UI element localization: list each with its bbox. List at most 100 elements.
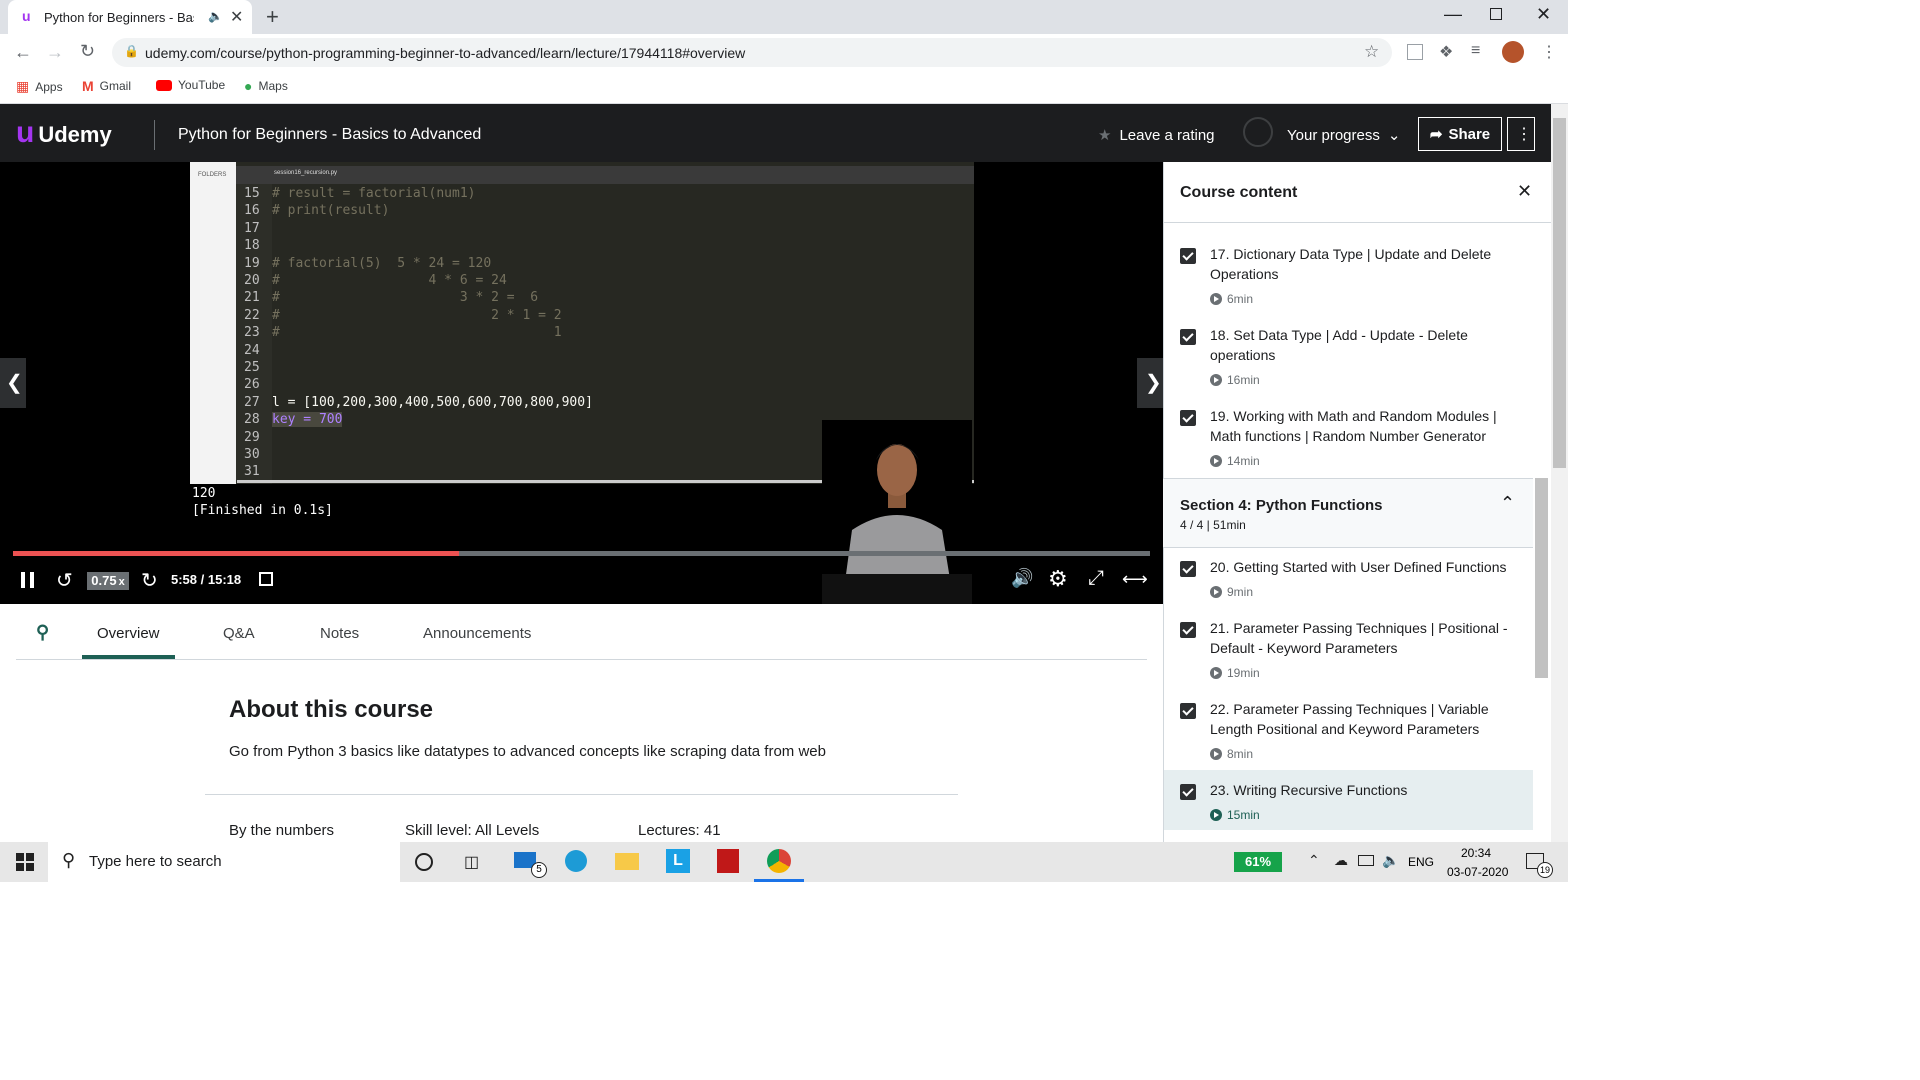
- tab-title: Python for Beginners - Basics: [44, 10, 194, 25]
- language-indicator[interactable]: ENG: [1408, 855, 1434, 869]
- clock-time[interactable]: 20:34: [1461, 846, 1491, 860]
- leave-rating-button[interactable]: ★ Leave a rating: [1098, 126, 1215, 144]
- udemy-favicon-icon: u: [22, 8, 31, 24]
- rewind-icon[interactable]: ↺: [56, 568, 73, 593]
- network-icon[interactable]: ☁: [1334, 852, 1348, 869]
- completed-checkbox[interactable]: [1180, 703, 1196, 719]
- code-line: 17: [244, 221, 272, 236]
- media-control-icon[interactable]: ≡: [1471, 42, 1480, 60]
- page-scrollbar-thumb[interactable]: [1553, 118, 1566, 468]
- video-progress-fill: [13, 551, 459, 556]
- code-text: # 3 * 2 = 6: [272, 290, 539, 306]
- section-title: Section 4: Python Functions: [1180, 497, 1383, 514]
- sidebar-scrollbar-thumb[interactable]: [1535, 478, 1548, 678]
- tab-qa[interactable]: Q&A: [223, 625, 255, 642]
- chrome-taskbar-icon[interactable]: [767, 849, 791, 873]
- volume-icon[interactable]: 🔊: [1011, 568, 1033, 589]
- course-title[interactable]: Python for Beginners - Basics to Advance…: [178, 126, 481, 144]
- minimize-button[interactable]: —: [1444, 4, 1462, 25]
- section-header[interactable]: Section 4: Python Functions 4 / 4 | 51mi…: [1163, 478, 1533, 548]
- tab-notes[interactable]: Notes: [320, 625, 359, 642]
- completed-checkbox[interactable]: [1180, 784, 1196, 800]
- close-window-button[interactable]: ✕: [1536, 4, 1551, 25]
- next-lecture-button[interactable]: ❯: [1137, 358, 1163, 408]
- speaker-icon[interactable]: 🔈: [208, 9, 223, 23]
- sidebar-title: Course content: [1180, 184, 1298, 201]
- bookmark-label: YouTube: [178, 78, 226, 92]
- cortana-icon[interactable]: [415, 853, 433, 871]
- mcafee-icon[interactable]: [717, 849, 739, 873]
- task-view-icon[interactable]: ◫: [464, 852, 479, 872]
- back-icon[interactable]: ←: [14, 42, 32, 63]
- volume-tray-icon[interactable]: 🔈: [1382, 852, 1399, 869]
- search-icon[interactable]: ⚲: [36, 622, 49, 643]
- section-divider: [205, 794, 958, 795]
- play-circle-icon: [1210, 667, 1222, 679]
- close-tab-icon[interactable]: ✕: [230, 7, 243, 27]
- battery-indicator[interactable]: 61%: [1234, 852, 1282, 872]
- forward-icon[interactable]: →: [46, 42, 64, 63]
- code-line: 28 key = 700: [244, 412, 343, 428]
- bookmark-apps[interactable]: ▦ Apps: [16, 78, 63, 95]
- clock-date[interactable]: 03-07-2020: [1447, 865, 1508, 879]
- playback-speed-button[interactable]: 0.75 x: [87, 572, 129, 590]
- bookmark-maps[interactable]: ● Maps: [244, 78, 288, 94]
- chrome-menu-icon[interactable]: ⋮: [1541, 42, 1557, 62]
- completed-checkbox[interactable]: [1180, 329, 1196, 345]
- share-button[interactable]: ➦ Share: [1418, 117, 1502, 151]
- new-tab-button[interactable]: +: [266, 4, 279, 30]
- chevron-up-icon[interactable]: ⌃: [1500, 493, 1515, 514]
- code-text: # 1: [272, 325, 562, 341]
- presenter-image: [822, 420, 972, 604]
- code-line: 22 # 2 * 1 = 2: [244, 308, 562, 323]
- completed-checkbox[interactable]: [1180, 622, 1196, 638]
- line-number: 22: [244, 307, 260, 323]
- taskbar-search[interactable]: ⚲ Type here to search: [48, 842, 400, 882]
- address-bar[interactable]: 🔒 udemy.com/course/python-programming-be…: [112, 38, 1392, 67]
- previous-lecture-button[interactable]: ❮: [0, 358, 26, 408]
- windows-start-icon[interactable]: [16, 853, 34, 871]
- bookmark-gmail[interactable]: M Gmail: [82, 78, 131, 94]
- battery-icon[interactable]: [1358, 855, 1374, 866]
- lock-icon: 🔒: [124, 44, 139, 58]
- edge-browser-icon[interactable]: [565, 850, 587, 872]
- star-icon[interactable]: ☆: [1364, 42, 1379, 62]
- about-heading: About this course: [229, 696, 434, 723]
- lecture-title: 21. Parameter Passing Techniques | Posit…: [1210, 620, 1508, 656]
- extension-icon[interactable]: [1407, 44, 1423, 60]
- puzzle-icon[interactable]: ❖: [1439, 42, 1453, 62]
- your-progress-button[interactable]: Your progress ⌄: [1287, 126, 1400, 144]
- tab-overview[interactable]: Overview: [97, 625, 160, 642]
- browser-tab[interactable]: u Python for Beginners - Basics 🔈 ✕: [8, 0, 252, 34]
- line-number: 20: [244, 273, 260, 288]
- app-l-icon[interactable]: L: [666, 849, 690, 873]
- line-number: 27: [244, 394, 260, 410]
- gmail-icon: M: [82, 78, 94, 94]
- avatar[interactable]: [1502, 41, 1524, 63]
- settings-gear-icon[interactable]: ⚙: [1048, 566, 1068, 592]
- completed-checkbox[interactable]: [1180, 410, 1196, 426]
- close-sidebar-icon[interactable]: ✕: [1517, 181, 1532, 202]
- code-text: key = 700: [272, 412, 343, 428]
- forward-skip-icon[interactable]: ↻: [141, 568, 158, 593]
- more-options-button[interactable]: ⋮: [1507, 117, 1535, 151]
- mail-badge: 5: [531, 862, 547, 878]
- completed-checkbox[interactable]: [1180, 561, 1196, 577]
- code-text: # 2 * 1 = 2: [272, 307, 562, 323]
- expand-width-icon[interactable]: ⟷: [1122, 569, 1148, 590]
- tab-announcements[interactable]: Announcements: [423, 625, 531, 642]
- udemy-logo[interactable]: u Udemy: [16, 116, 112, 150]
- editor-folder-sidebar: FOLDERS: [190, 162, 236, 484]
- file-explorer-icon[interactable]: [615, 853, 639, 870]
- pause-icon[interactable]: [21, 572, 35, 588]
- progress-trophy-icon[interactable]: [1243, 117, 1273, 147]
- fullscreen-icon[interactable]: ⤢: [1088, 567, 1104, 590]
- bookmark-youtube[interactable]: YouTube: [156, 78, 225, 92]
- code-line: 26: [244, 377, 272, 392]
- restore-button[interactable]: [1490, 8, 1502, 20]
- tray-chevron-up-icon[interactable]: ⌃: [1308, 852, 1320, 869]
- transcript-icon[interactable]: [259, 572, 273, 586]
- lecture-title: 20. Getting Started with User Defined Fu…: [1210, 559, 1507, 575]
- completed-checkbox[interactable]: [1180, 248, 1196, 264]
- reload-icon[interactable]: ↻: [80, 41, 95, 62]
